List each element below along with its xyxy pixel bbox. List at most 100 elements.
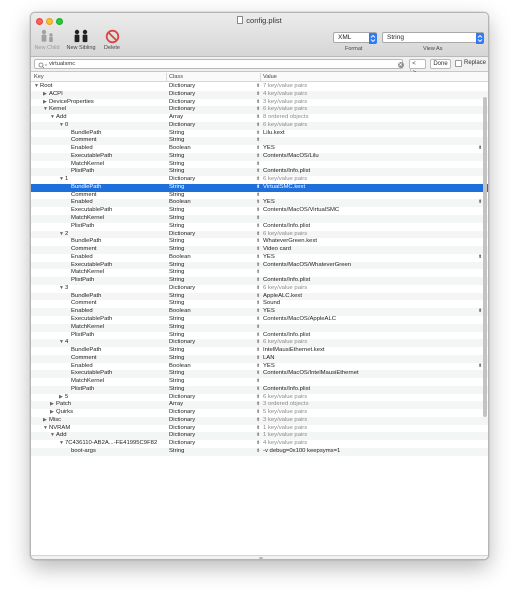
row-class[interactable]: Dictionary [169, 440, 195, 448]
row-value[interactable]: 6 key/value pairs [263, 176, 307, 184]
class-stepper-icon[interactable]: ⬍ [256, 432, 260, 440]
row-class[interactable]: Boolean [169, 199, 191, 207]
row-class[interactable]: String [169, 161, 184, 169]
outline-row[interactable]: ▶ Quirks Dictionary ⬍ 5 key/value pairs [31, 409, 488, 417]
row-value[interactable]: 6 key/value pairs [263, 122, 307, 130]
row-class[interactable]: Array [169, 114, 183, 122]
row-value[interactable]: Contents/MacOS/WhateverGreen [263, 262, 351, 270]
row-class[interactable]: String [169, 137, 184, 145]
row-value[interactable]: Contents/MacOS/AppleALC [263, 316, 336, 324]
row-class[interactable]: String [169, 238, 184, 246]
outline-row[interactable]: PlistPath String ⬍ Contents/Info.plist [31, 168, 488, 177]
vertical-scrollbar[interactable] [483, 97, 487, 417]
row-class[interactable]: String [169, 386, 184, 394]
row-value[interactable]: 5 key/value pairs [263, 409, 307, 417]
outline-row[interactable]: ▶ Patch Array ⬍ 3 ordered objects [31, 401, 488, 410]
row-class[interactable]: String [169, 184, 184, 192]
row-value[interactable]: 1 key/value pairs [263, 425, 307, 433]
row-class[interactable]: String [169, 448, 184, 456]
class-stepper-icon[interactable]: ⬍ [256, 277, 260, 285]
row-class[interactable]: Dictionary [169, 425, 195, 433]
outline-row[interactable]: ExecutablePath String ⬍ Contents/MacOS/Appl… [31, 316, 488, 324]
class-stepper-icon[interactable]: ⬍ [256, 347, 260, 355]
outline-row[interactable]: ▼NVRAM Dictionary ⬍ 1 key/value pairs [31, 425, 488, 433]
row-value[interactable]: 1 key/value pairs [263, 432, 307, 440]
new-sibling-button[interactable]: New Sibling [64, 29, 98, 51]
row-value[interactable]: 6 key/value pairs [263, 231, 307, 239]
row-value[interactable]: Contents/Info.plist [263, 277, 310, 285]
class-stepper-icon[interactable]: ⬍ [256, 293, 260, 301]
row-class[interactable]: String [169, 277, 184, 285]
row-class[interactable]: Dictionary [169, 409, 195, 417]
class-stepper-icon[interactable]: ⬍ [256, 99, 260, 107]
class-stepper-icon[interactable]: ⬍ [256, 409, 260, 417]
row-value[interactable]: LAN [263, 355, 274, 363]
class-stepper-icon[interactable]: ⬍ [256, 332, 260, 340]
class-stepper-icon[interactable]: ⬍ [256, 215, 260, 223]
row-class[interactable]: String [169, 370, 184, 378]
row-class[interactable]: String [169, 332, 184, 340]
row-value[interactable]: 6 key/value pairs [263, 106, 307, 114]
search-input[interactable]: virtualsmc [34, 59, 404, 69]
previous-match-button[interactable]: < [410, 60, 418, 69]
outline-row[interactable]: ExecutablePath String ⬍ Contents/MacOS/Virt… [31, 207, 488, 215]
outline-row[interactable]: MatchKernel String ⬍ [31, 161, 488, 169]
class-stepper-icon[interactable]: ⬍ [256, 207, 260, 215]
clear-search-icon[interactable] [398, 62, 404, 68]
row-class[interactable]: String [169, 223, 184, 231]
replace-checkbox[interactable] [455, 60, 462, 67]
outline-row[interactable]: BundlePath String ⬍ IntelMausiEthernet.kext [31, 347, 488, 355]
row-class[interactable]: Boolean [169, 145, 191, 153]
class-stepper-icon[interactable]: ⬍ [256, 130, 260, 138]
row-class[interactable]: String [169, 153, 184, 161]
outline-row[interactable]: MatchKernel String ⬍ [31, 378, 488, 386]
class-stepper-icon[interactable]: ⬍ [256, 401, 260, 409]
row-value[interactable]: 7 key/value pairs [263, 83, 307, 91]
row-class[interactable]: String [169, 262, 184, 270]
class-stepper-icon[interactable]: ⬍ [256, 363, 260, 371]
outline-row[interactable]: ▼Add Array ⬍ 8 ordered objects [31, 114, 488, 122]
row-value[interactable]: YES [263, 254, 275, 262]
class-stepper-icon[interactable]: ⬍ [256, 161, 260, 169]
outline-row[interactable]: ▼0 Dictionary ⬍ 6 key/value pairs [31, 121, 488, 130]
class-stepper-icon[interactable]: ⬍ [256, 300, 260, 308]
outline-row[interactable]: ▼4 Dictionary ⬍ 6 key/value pairs [31, 339, 488, 348]
class-stepper-icon[interactable]: ⬍ [256, 91, 260, 99]
outline-row[interactable]: Comment String ⬍ LAN [31, 354, 488, 363]
row-value[interactable]: Video card [263, 246, 291, 254]
outline-row[interactable]: BundlePath String ⬍ AppleALC.kext [31, 292, 488, 301]
row-value[interactable]: Lilu.kext [263, 130, 285, 138]
row-value[interactable]: Contents/Info.plist [263, 168, 310, 176]
outline-row[interactable]: PlistPath String ⬍ Contents/Info.plist [31, 385, 488, 394]
outline-row[interactable]: BundlePath String ⬍ WhateverGreen.kext [31, 238, 488, 246]
outline-row[interactable]: ExecutablePath String ⬍ Contents/MacOS/Lilu [31, 152, 488, 161]
outline-row[interactable]: ▶ DeviceProperties Dictionary ⬍ 3 key/value … [31, 99, 488, 107]
row-class[interactable]: String [169, 293, 184, 301]
row-value[interactable]: Contents/Info.plist [263, 223, 310, 231]
outline-row[interactable]: PlistPath String ⬍ Contents/Info.plist [31, 277, 488, 285]
resize-grip[interactable] [31, 555, 488, 559]
row-class[interactable]: String [169, 192, 184, 200]
row-value[interactable]: 4 key/value pairs [263, 91, 307, 99]
outline-row[interactable]: ▼Root Dictionary ⬍ 7 key/value pairs [31, 83, 488, 91]
column-value[interactable]: Value [263, 74, 277, 80]
row-class[interactable]: Dictionary [169, 432, 195, 440]
class-stepper-icon[interactable]: ⬍ [256, 370, 260, 378]
boolean-popup-icon[interactable]: ⬍ [478, 199, 482, 207]
outline-row[interactable]: ▼1 Dictionary ⬍ 6 key/value pairs [31, 176, 488, 184]
row-value[interactable]: 4 key/value pairs [263, 440, 307, 448]
outline-row[interactable]: MatchKernel String ⬍ [31, 215, 488, 223]
row-value[interactable]: 6 key/value pairs [263, 394, 307, 402]
boolean-popup-icon[interactable]: ⬍ [478, 145, 482, 153]
row-value[interactable]: YES [263, 199, 275, 207]
class-stepper-icon[interactable]: ⬍ [256, 223, 260, 231]
row-value[interactable]: 3 key/value pairs [263, 99, 307, 107]
outline-row[interactable]: ▼7C436110-AB2A...-FE41995C9F82 Dictionary… [31, 440, 488, 448]
outline-row[interactable]: Comment String ⬍ Video card [31, 246, 488, 254]
row-class[interactable]: String [169, 378, 184, 386]
outline-row[interactable]: ▶ ACPI Dictionary ⬍ 4 key/value pairs [31, 90, 488, 99]
row-value[interactable]: Contents/Info.plist [263, 332, 310, 340]
row-class[interactable]: Dictionary [169, 417, 195, 425]
column-key[interactable]: Key [34, 74, 44, 80]
row-value[interactable]: 3 ordered objects [263, 401, 309, 409]
